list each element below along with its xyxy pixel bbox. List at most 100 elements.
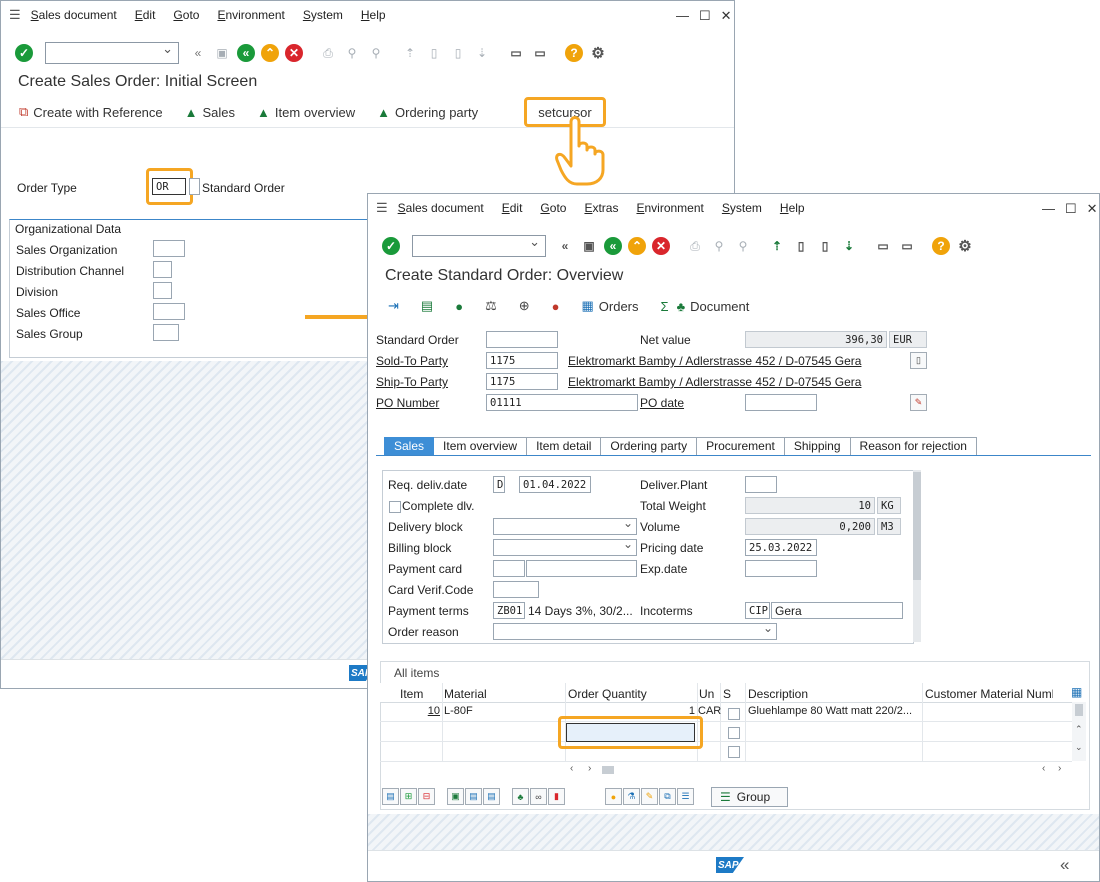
incoterms-place-input[interactable]: Gera: [771, 602, 903, 619]
find-icon[interactable]: ⚲: [710, 237, 728, 255]
scroll-down-icon[interactable]: ⌄: [1075, 742, 1083, 753]
next-page-icon[interactable]: ▯: [816, 237, 834, 255]
menu-extras[interactable]: Extras: [584, 201, 618, 215]
payment-card-type-input[interactable]: [493, 560, 525, 577]
previous-page-icon[interactable]: ▯: [792, 237, 810, 255]
structure-icon[interactable]: ∞: [530, 788, 547, 805]
scroll-right-icon[interactable]: ›: [588, 763, 591, 774]
exit-icon[interactable]: ⌃: [628, 237, 646, 255]
row-description[interactable]: Gluehlampe 80 Watt matt 220/2...: [748, 702, 920, 721]
create-session-icon[interactable]: ▭: [874, 237, 892, 255]
menu-help[interactable]: Help: [780, 201, 805, 215]
billing-block-select[interactable]: [493, 539, 637, 556]
first-page-icon[interactable]: ⇡: [401, 44, 419, 62]
settings-gear-icon[interactable]: ⚙: [589, 44, 607, 62]
settings-gear-icon[interactable]: ⚙: [956, 237, 974, 255]
ordering-party-button[interactable]: ▲ Ordering party: [377, 105, 478, 120]
sold-to-party-address[interactable]: Elektromarkt Bamby / Adlerstrasse 452 / …: [568, 354, 861, 368]
edit-item-icon[interactable]: ▤: [483, 788, 500, 805]
ship-to-party-input[interactable]: 1175: [486, 373, 558, 390]
sold-to-party-label[interactable]: Sold-To Party: [376, 354, 448, 368]
row-status-checkbox[interactable]: [728, 708, 740, 720]
division-input[interactable]: [153, 282, 172, 299]
cancel-icon[interactable]: ✕: [652, 237, 670, 255]
tab-sales[interactable]: Sales: [384, 437, 435, 456]
col-order-quantity[interactable]: Order Quantity: [568, 685, 647, 703]
menu-sales-document[interactable]: Sales document: [31, 8, 117, 22]
menu-system[interactable]: System: [722, 201, 762, 215]
document-icon[interactable]: ▯: [910, 352, 927, 369]
grid-vertical-scrollbar[interactable]: ⌃ ⌄: [1072, 702, 1086, 761]
print-icon[interactable]: ⎙: [319, 44, 337, 62]
close-icon[interactable]: ✕: [1087, 201, 1098, 217]
pricing-date-input[interactable]: 25.03.2022: [745, 539, 817, 556]
po-number-input[interactable]: 01111: [486, 394, 638, 411]
ship-to-party-address[interactable]: Elektromarkt Bamby / Adlerstrasse 452 / …: [568, 375, 861, 389]
sold-to-party-input[interactable]: 1175: [486, 352, 558, 369]
incompletion-icon[interactable]: ●: [552, 299, 560, 314]
delivery-block-select[interactable]: [493, 518, 637, 535]
menu-icon[interactable]: ☰: [376, 200, 388, 216]
maximize-icon[interactable]: ☐: [699, 8, 711, 24]
save-icon[interactable]: ▣: [213, 44, 231, 62]
balance-icon[interactable]: ⚖: [485, 298, 497, 314]
back-icon[interactable]: «: [237, 44, 255, 62]
tab-item-overview[interactable]: Item overview: [434, 437, 528, 456]
tab-ordering-party[interactable]: Ordering party: [601, 437, 698, 456]
help-icon[interactable]: ?: [565, 44, 583, 62]
item-detail-icon[interactable]: ▤: [382, 788, 399, 805]
tab-procurement[interactable]: Procurement: [697, 437, 785, 456]
col-description[interactable]: Description: [748, 685, 808, 703]
find-next-icon[interactable]: ⚲: [367, 44, 385, 62]
scrollbar-thumb[interactable]: [1075, 704, 1083, 716]
create-with-reference-button[interactable]: ⧉ Create with Reference: [19, 104, 163, 120]
order-quantity-input[interactable]: [566, 723, 695, 742]
row-status-checkbox[interactable]: [728, 727, 740, 739]
material-icon[interactable]: ⚗: [623, 788, 640, 805]
find-icon[interactable]: ⚲: [343, 44, 361, 62]
card-verif-code-input[interactable]: [493, 581, 539, 598]
menu-environment[interactable]: Environment: [217, 8, 284, 22]
distribution-channel-input[interactable]: [153, 261, 172, 278]
last-page-icon[interactable]: ⇣: [473, 44, 491, 62]
command-field[interactable]: [412, 234, 546, 257]
scroll-up-icon[interactable]: ⌃: [1075, 724, 1083, 735]
payment-terms-input[interactable]: ZB01: [493, 602, 525, 619]
row-material[interactable]: L-80F: [444, 702, 473, 721]
order-reason-select[interactable]: [493, 623, 777, 640]
scrollbar-thumb[interactable]: [913, 472, 921, 580]
command-field[interactable]: [45, 41, 179, 64]
column-settings-icon[interactable]: ▦: [1071, 685, 1082, 699]
select-all-icon[interactable]: ▣: [447, 788, 464, 805]
minimize-icon[interactable]: —: [676, 8, 689, 24]
tab-item-detail[interactable]: Item detail: [527, 437, 602, 456]
menu-edit[interactable]: Edit: [502, 201, 523, 215]
insert-row-icon[interactable]: ⊞: [400, 788, 417, 805]
chart-icon[interactable]: ▮: [548, 788, 565, 805]
chevron-left-double-icon[interactable]: «: [189, 44, 207, 62]
document-button[interactable]: ♣ Document: [677, 299, 750, 314]
payment-card-number-input[interactable]: [526, 560, 637, 577]
order-type-input[interactable]: OR: [152, 178, 186, 195]
edit-document-icon[interactable]: ✎: [910, 394, 927, 411]
sales-organization-input[interactable]: [153, 240, 185, 257]
row-item-number[interactable]: 10: [400, 702, 440, 721]
incoterms-input[interactable]: CIP: [745, 602, 770, 619]
next-page-icon[interactable]: ▯: [449, 44, 467, 62]
configuration-icon[interactable]: ♣: [512, 788, 529, 805]
scroll-left-end-icon[interactable]: ‹: [1042, 763, 1045, 774]
menu-environment[interactable]: Environment: [636, 201, 703, 215]
menu-icon[interactable]: ☰: [9, 7, 21, 23]
col-customer-material-number[interactable]: Customer Material Numb: [925, 685, 1053, 703]
text-icon[interactable]: ✎: [641, 788, 658, 805]
list-icon[interactable]: ☰: [677, 788, 694, 805]
po-date-input[interactable]: [745, 394, 817, 411]
tab-shipping[interactable]: Shipping: [784, 437, 851, 456]
complete-delivery-checkbox[interactable]: [389, 501, 401, 513]
sales-office-input[interactable]: [153, 303, 185, 320]
sales-group-input[interactable]: [153, 324, 179, 341]
col-item[interactable]: Item: [400, 685, 423, 703]
menu-system[interactable]: System: [303, 8, 343, 22]
col-unit[interactable]: Un: [699, 685, 714, 703]
scroll-right-end-icon[interactable]: ›: [1058, 763, 1061, 774]
